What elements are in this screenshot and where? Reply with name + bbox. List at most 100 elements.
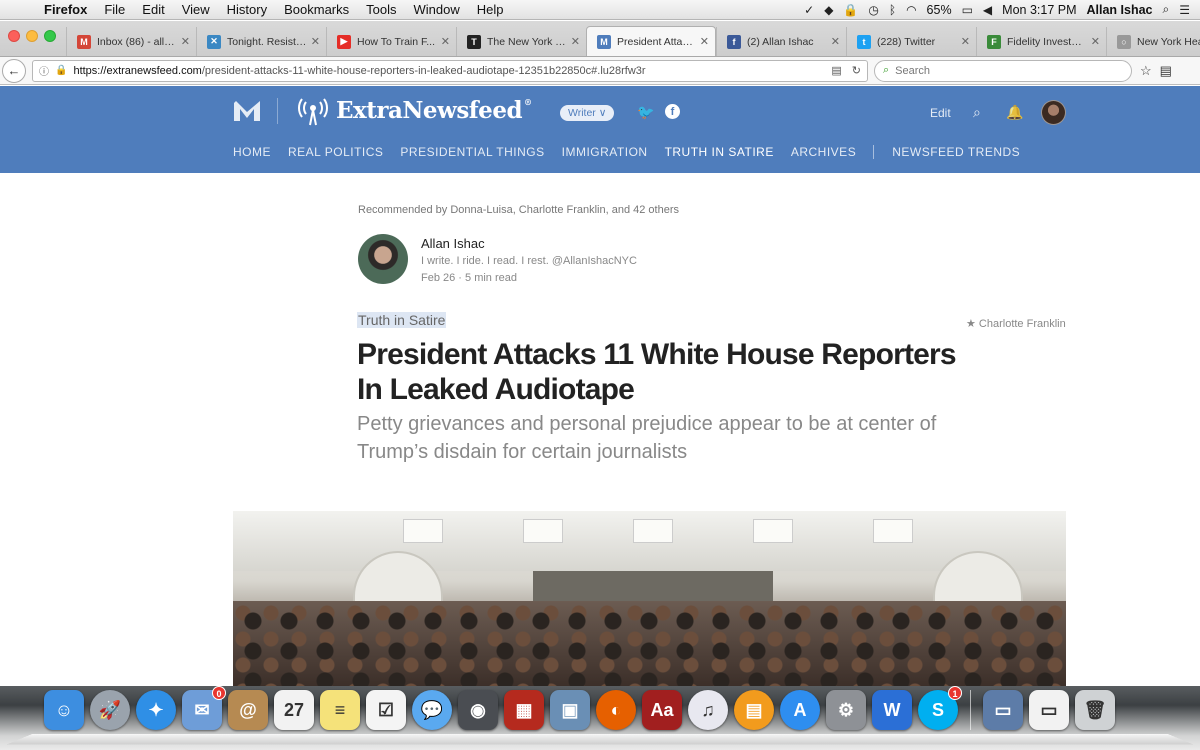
publication-nav: HOME REAL POLITICS PRESIDENTIAL THINGS IMMI… (233, 145, 1037, 159)
photobooth-icon[interactable]: ▦ (504, 690, 544, 730)
search-input[interactable]: ⌕ Search (874, 59, 1132, 82)
bell-icon[interactable]: 🔔 (1006, 104, 1023, 121)
bluetooth-icon[interactable]: ᛒ (889, 3, 896, 17)
menu-edit[interactable]: Edit (134, 2, 173, 17)
mail-icon[interactable]: ✉ 0 (182, 686, 226, 730)
lock-icon[interactable]: 🔒 (843, 3, 858, 17)
tab-label: New York Heal (1137, 35, 1200, 48)
bookmarks-menu-icon[interactable]: ▤ (1160, 63, 1172, 79)
calendar-icon[interactable]: 27 (274, 690, 314, 730)
nav-item[interactable]: ARCHIVES (791, 145, 856, 159)
edit-link[interactable]: Edit (930, 106, 951, 120)
menu-app-name[interactable]: Firefox (36, 2, 96, 17)
menu-view[interactable]: View (174, 2, 219, 17)
close-tab-icon[interactable]: ✕ (1091, 35, 1100, 48)
menu-clock[interactable]: Mon 3:17 PM (1002, 3, 1076, 17)
nav-item[interactable]: TRUTH IN SATIRE (665, 145, 774, 159)
wifi-icon[interactable]: ◠ (906, 3, 916, 17)
close-tab-icon[interactable]: ✕ (311, 35, 320, 48)
menu-bookmarks[interactable]: Bookmarks (276, 2, 358, 17)
url-text[interactable]: https://extranewsfeed.com/president-atta… (73, 65, 821, 77)
notification-center-icon[interactable]: ☰ (1179, 3, 1190, 17)
author-name[interactable]: Allan Ishac (421, 236, 485, 251)
browser-tab[interactable]: ▶ How To Train F... ✕ (326, 27, 456, 56)
close-tab-icon[interactable]: ✕ (700, 35, 709, 48)
appstore-icon[interactable]: A (780, 690, 820, 730)
browser-tab[interactable]: ✕ Tonight. Resista... ✕ (196, 27, 326, 56)
publication-brand[interactable]: ExtraNewsfeed ® (336, 97, 532, 124)
facebook-icon[interactable]: f (665, 104, 680, 119)
browser-tab[interactable]: M President Attack... ✕ (586, 26, 716, 56)
trash-icon[interactable]: 🗑 (1075, 690, 1115, 730)
facetime-icon[interactable]: ◉ (458, 690, 498, 730)
recent-document-icon[interactable]: ▭ (1029, 690, 1069, 730)
browser-tab[interactable]: f (2) Allan Ishac ✕ (716, 27, 846, 56)
contacts-icon[interactable]: @ (228, 690, 268, 730)
search-engine-icon[interactable]: ⌕ (883, 64, 889, 77)
brand-registered-mark: ® (524, 97, 532, 107)
close-tab-icon[interactable]: ✕ (831, 35, 840, 48)
notes-icon[interactable]: ≡ (320, 690, 360, 730)
ibooks-icon[interactable]: ▤ (734, 690, 774, 730)
info-icon[interactable]: ⓘ (39, 63, 49, 78)
close-tab-icon[interactable]: ✕ (571, 35, 580, 48)
menu-help[interactable]: Help (469, 2, 513, 17)
starred-by[interactable]: ★ Charlotte Franklin (966, 317, 1066, 330)
safari-icon[interactable]: ✦ (136, 690, 176, 730)
antenna-tower-icon[interactable] (297, 98, 329, 126)
launchpad-icon[interactable]: 🚀 (90, 690, 130, 730)
close-tab-icon[interactable]: ✕ (181, 35, 190, 48)
menu-file[interactable]: File (96, 2, 134, 17)
browser-tab[interactable]: T The New York T... ✕ (456, 27, 586, 56)
twitter-icon[interactable]: 🐦 (637, 104, 654, 121)
skype-icon[interactable]: S1 (918, 686, 962, 730)
system-preferences-icon[interactable]: ⚙ (826, 690, 866, 730)
nav-item[interactable]: PRESIDENTIAL THINGS (400, 145, 544, 159)
reload-icon[interactable]: ↻ (852, 64, 861, 77)
search-icon[interactable]: ⌕ (973, 104, 981, 121)
nav-item-newsfeed-trends[interactable]: NEWSFEED TRENDS (892, 145, 1020, 159)
nav-item[interactable]: IMMIGRATION (562, 145, 648, 159)
dictionary-icon[interactable]: Aa (642, 690, 682, 730)
battery-icon[interactable]: ▭ (962, 3, 973, 17)
nav-item[interactable]: REAL POLITICS (288, 145, 383, 159)
recent-window-icon[interactable]: ▭ (983, 690, 1023, 730)
back-button[interactable]: ← (2, 58, 26, 83)
browser-tab[interactable]: M Inbox (86) - alla... ✕ (66, 27, 196, 56)
zoom-window-button[interactable] (44, 29, 56, 42)
url-bar[interactable]: ⓘ 🔒 https://extranewsfeed.com/president-… (32, 59, 868, 82)
medium-logo-icon[interactable] (233, 100, 261, 122)
time-machine-icon[interactable]: ◷ (868, 3, 878, 17)
dropbox-icon[interactable]: ◆ (824, 3, 833, 17)
volume-icon[interactable]: ◀ (983, 3, 992, 17)
close-tab-icon[interactable]: ✕ (441, 35, 450, 48)
finder-icon[interactable]: ☺ (44, 690, 84, 730)
reminders-icon[interactable]: ☑ (366, 690, 406, 730)
iphoto-icon[interactable]: ▣ (550, 690, 590, 730)
itunes-icon[interactable]: ♫ (688, 690, 728, 730)
word-icon[interactable]: W (872, 690, 912, 730)
close-window-button[interactable] (8, 29, 20, 42)
spotlight-icon[interactable]: ⌕ (1163, 2, 1170, 17)
browser-tab[interactable]: F Fidelity Investm... ✕ (976, 27, 1106, 56)
menu-tools[interactable]: Tools (358, 2, 405, 17)
author-avatar[interactable] (358, 234, 408, 284)
minimize-window-button[interactable] (26, 29, 38, 42)
browser-tab[interactable]: ○New York Heal✕ (1106, 27, 1200, 56)
section-tag[interactable]: Truth in Satire (357, 312, 447, 328)
writer-dropdown[interactable]: Writer ∨ (560, 105, 615, 121)
menu-history[interactable]: History (219, 2, 276, 17)
bookmark-star-icon[interactable]: ☆ (1140, 63, 1152, 79)
browser-tab[interactable]: t (228) Twitter ✕ (846, 27, 976, 56)
firefox-icon[interactable]: ◐ (596, 690, 636, 730)
messages-icon[interactable]: 💬 (412, 690, 452, 730)
menu-user[interactable]: Allan Ishac (1087, 3, 1153, 17)
user-avatar[interactable] (1041, 100, 1066, 125)
reader-view-icon[interactable]: ▤ (831, 64, 841, 77)
secure-lock-icon[interactable]: 🔒 (55, 65, 67, 76)
checkmark-circle-icon[interactable]: ✓ (804, 3, 814, 17)
menu-window[interactable]: Window (406, 2, 469, 17)
recommended-by[interactable]: Recommended by Donna-Luisa, Charlotte Fr… (358, 204, 679, 216)
nav-item[interactable]: HOME (233, 145, 271, 159)
close-tab-icon[interactable]: ✕ (961, 35, 970, 48)
